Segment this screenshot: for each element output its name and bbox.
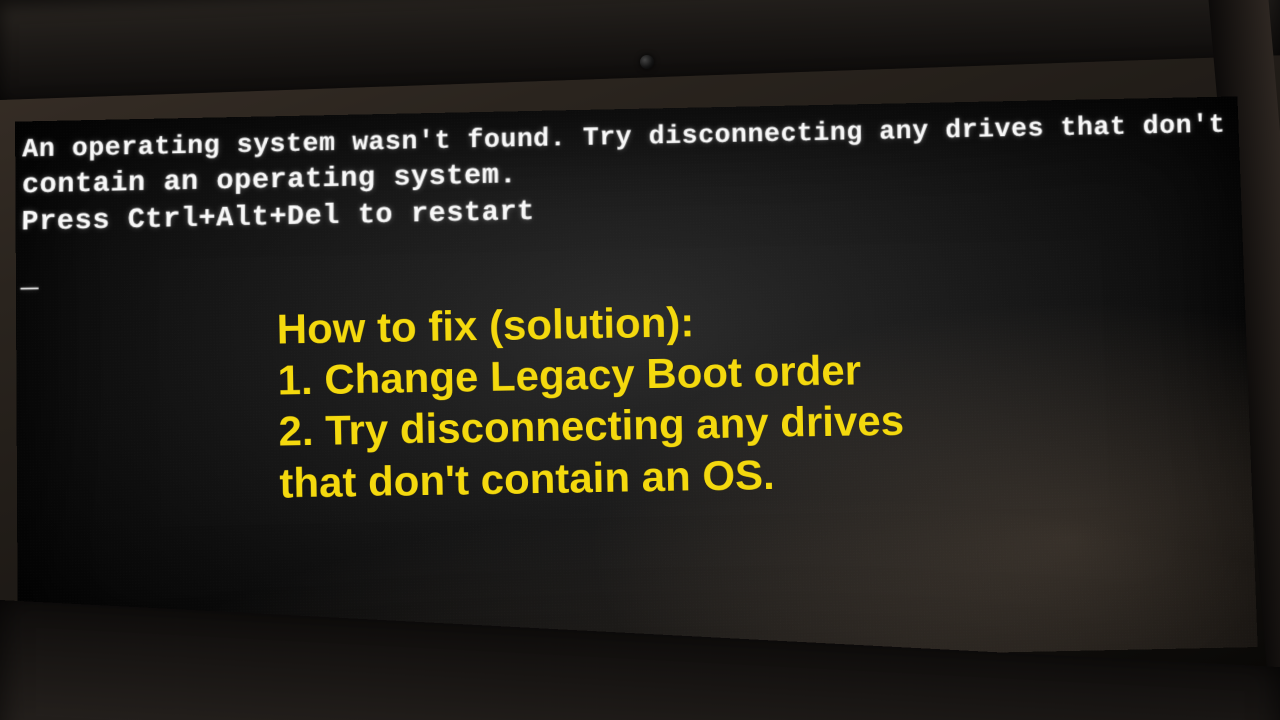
monitor-bezel-top	[0, 0, 1280, 100]
text-cursor-icon: _	[20, 262, 39, 299]
solution-caption: How to fix (solution): 1. Change Legacy …	[276, 286, 1259, 508]
bios-error-text: An operating system wasn't found. Try di…	[20, 110, 1242, 299]
photo-scene: An operating system wasn't found. Try di…	[0, 0, 1280, 720]
webcam-hole	[640, 55, 654, 69]
